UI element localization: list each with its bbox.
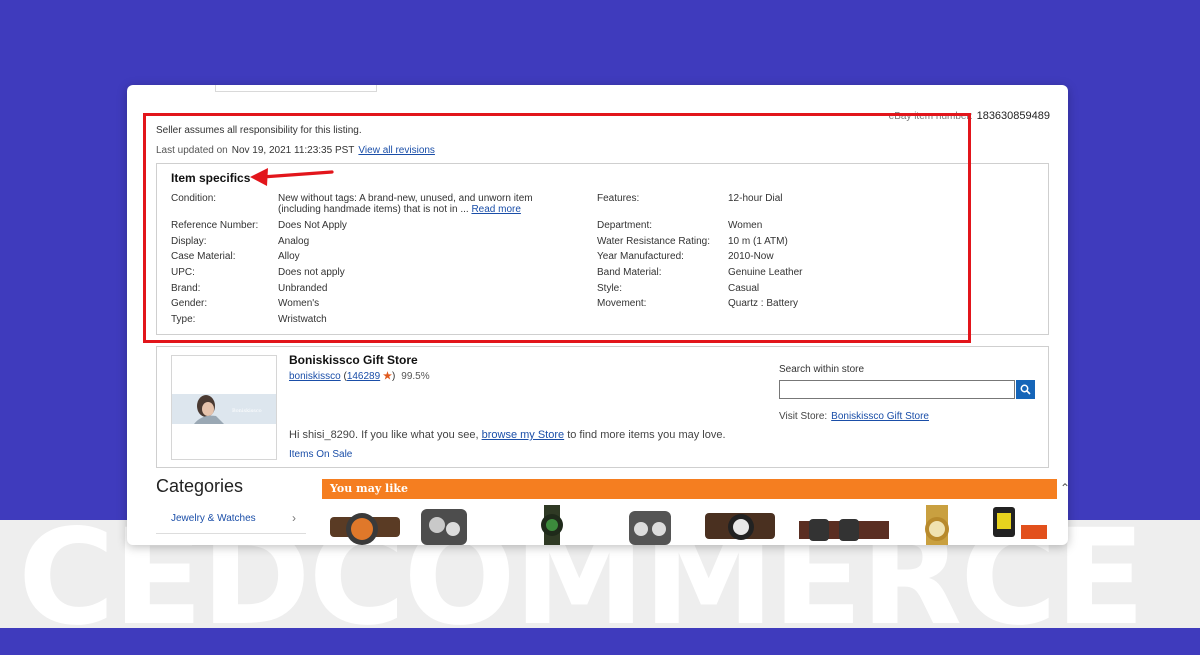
chevron-right-icon: › bbox=[292, 511, 296, 525]
seller-info: boniskissco (146289 ★) 99.5% bbox=[289, 371, 430, 382]
product-watch-image-3[interactable] bbox=[532, 505, 572, 545]
feedback-percent: 99.5% bbox=[401, 371, 430, 382]
visit-store-label: Visit Store: bbox=[779, 411, 828, 422]
product-watch-image-4[interactable] bbox=[625, 505, 675, 545]
feedback-count-link[interactable]: 146289 bbox=[347, 371, 380, 382]
product-watch-image-7[interactable] bbox=[912, 505, 962, 545]
visit-store: Visit Store: Boniskissco Gift Store bbox=[779, 411, 929, 422]
greeting-suffix: to find more items you may love. bbox=[567, 429, 726, 441]
seller-id-link[interactable]: boniskissco bbox=[289, 371, 341, 382]
item-number-value: 183630859489 bbox=[976, 110, 1050, 122]
store-thumb-text: Boniskissco bbox=[232, 408, 262, 414]
category-label: Jewelry & Watches bbox=[171, 513, 256, 524]
product-watch-image-1[interactable] bbox=[330, 505, 400, 545]
store-search-input[interactable] bbox=[779, 380, 1015, 399]
store-search-button[interactable] bbox=[1016, 380, 1035, 399]
categories-title: Categories bbox=[156, 476, 244, 496]
store-panel: Boniskissco Boniskissco Gift Store bonis… bbox=[156, 346, 1049, 468]
visit-store-link[interactable]: Boniskissco Gift Store bbox=[831, 411, 929, 422]
store-greeting: Hi shisi_8290. If you like what you see,… bbox=[289, 429, 726, 441]
arrow-left-icon bbox=[250, 168, 334, 186]
store-search-label: Search within store bbox=[779, 364, 865, 375]
product-watch-image-8[interactable] bbox=[987, 505, 1047, 545]
caret-up-icon[interactable]: ⌃ bbox=[1060, 481, 1068, 495]
store-name[interactable]: Boniskissco Gift Store bbox=[289, 353, 418, 367]
you-may-like-title: You may like bbox=[330, 482, 409, 495]
store-banner-image: Boniskissco bbox=[172, 394, 276, 424]
store-thumbnail[interactable]: Boniskissco bbox=[171, 355, 277, 460]
product-watch-image-6[interactable] bbox=[799, 505, 889, 545]
you-may-like-banner: You may like bbox=[322, 479, 1057, 499]
product-watch-image-5[interactable] bbox=[705, 505, 775, 545]
browse-store-link[interactable]: browse my Store bbox=[482, 429, 565, 441]
items-on-sale-link[interactable]: Items On Sale bbox=[289, 449, 352, 460]
tab-strip bbox=[215, 85, 377, 92]
star-icon: ★ bbox=[382, 371, 392, 382]
product-watch-image-2[interactable] bbox=[415, 505, 475, 545]
highlight-box bbox=[143, 113, 971, 343]
greeting-prefix: Hi shisi_8290. If you like what you see, bbox=[289, 429, 479, 441]
search-icon bbox=[1020, 384, 1031, 395]
category-item-jewelry-watches[interactable]: Jewelry & Watches › bbox=[156, 506, 306, 534]
